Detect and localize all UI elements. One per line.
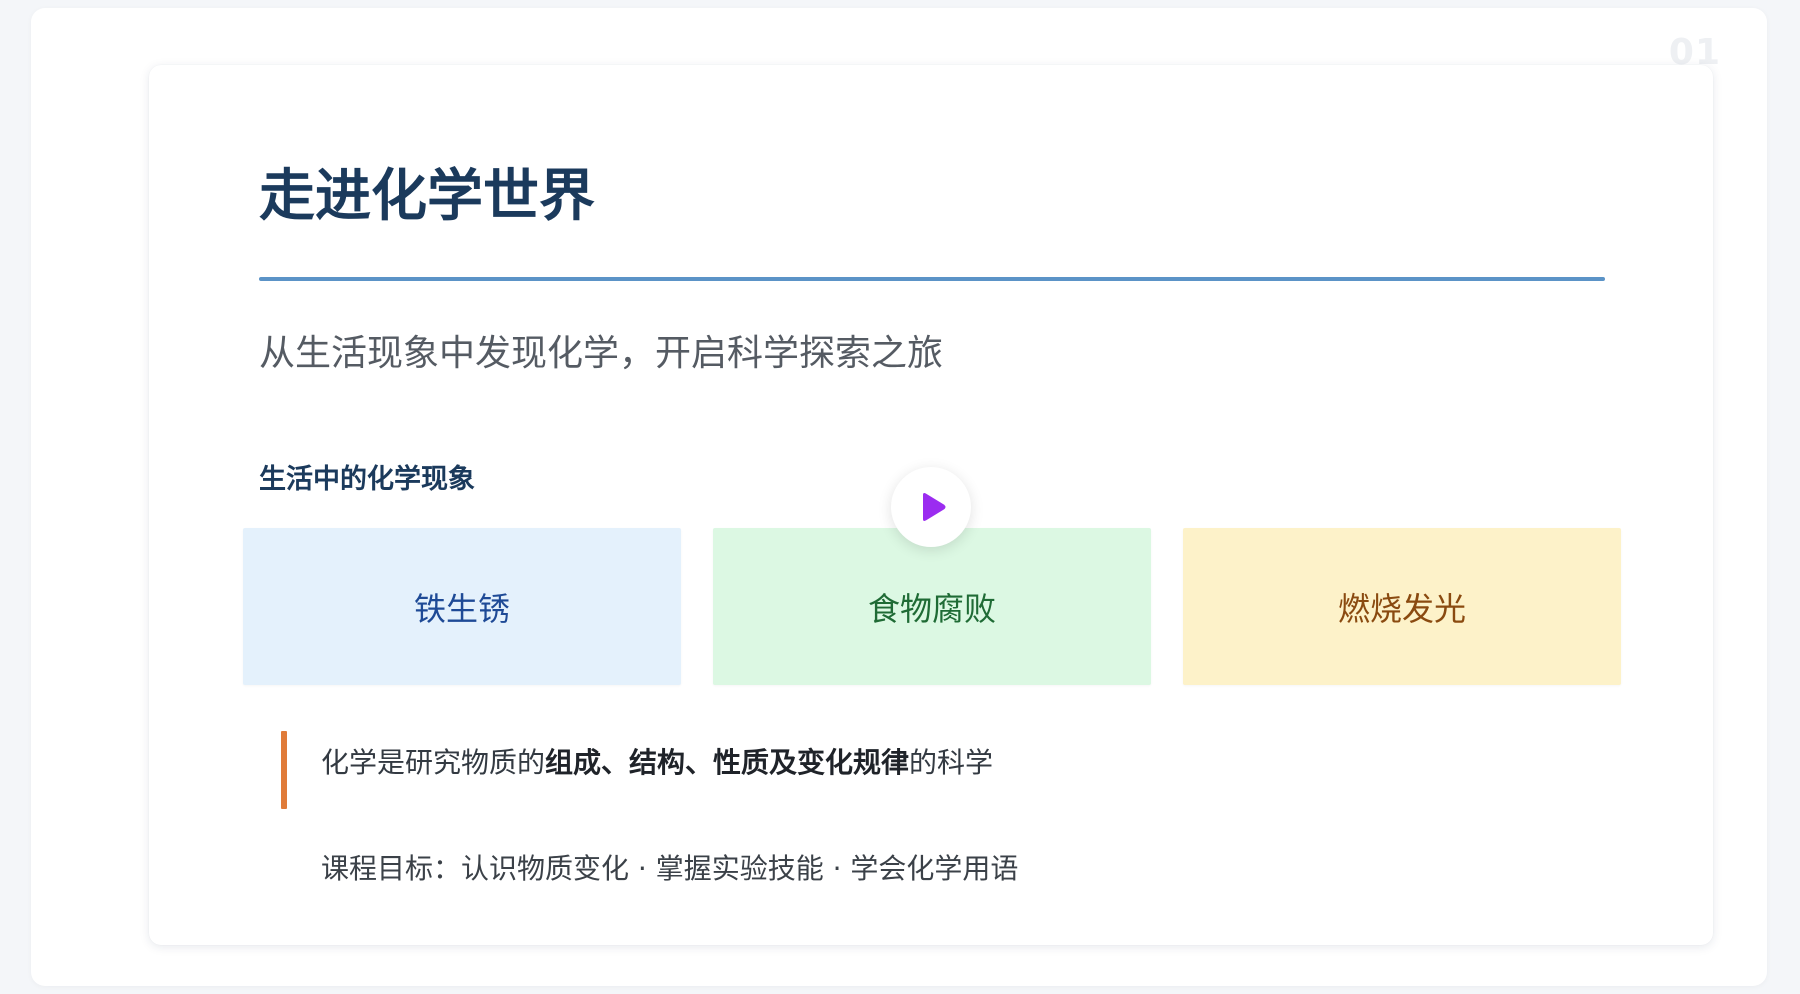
section-heading: 生活中的化学现象	[259, 464, 475, 495]
play-button[interactable]	[891, 467, 971, 547]
quote-accent-bar	[281, 731, 287, 809]
phenomenon-label: 食物腐败	[867, 589, 996, 628]
phenomenon-card-rust: 铁生锈	[243, 528, 681, 685]
definition-suffix: 的科学	[909, 746, 994, 779]
phenomenon-label: 铁生锈	[413, 589, 510, 628]
phenomenon-label: 燃烧发光	[1337, 589, 1466, 628]
definition-prefix: 化学是研究物质的	[321, 746, 546, 779]
phenomena-card-row: 铁生锈 食物腐败 燃烧发光	[243, 528, 1621, 685]
definition-text: 化学是研究物质的组成、结构、性质及变化规律的科学	[321, 741, 993, 781]
page-title: 走进化学世界	[259, 164, 595, 229]
slide-card: 走进化学世界 从生活现象中发现化学，开启科学探索之旅 生活中的化学现象 铁生锈 …	[149, 65, 1713, 945]
course-goals: 课程目标：认识物质变化 · 掌握实验技能 · 学会化学用语	[321, 852, 1019, 885]
phenomenon-card-food-spoilage: 食物腐败	[713, 528, 1151, 685]
title-divider	[259, 277, 1605, 281]
definition-emphasis: 组成、结构、性质及变化规律	[545, 746, 910, 779]
slide-frame: 01 走进化学世界 从生活现象中发现化学，开启科学探索之旅 生活中的化学现象 铁…	[31, 8, 1767, 986]
play-icon	[923, 493, 946, 521]
phenomenon-card-combustion: 燃烧发光	[1183, 528, 1621, 685]
subtitle: 从生活现象中发现化学，开启科学探索之旅	[259, 333, 944, 374]
